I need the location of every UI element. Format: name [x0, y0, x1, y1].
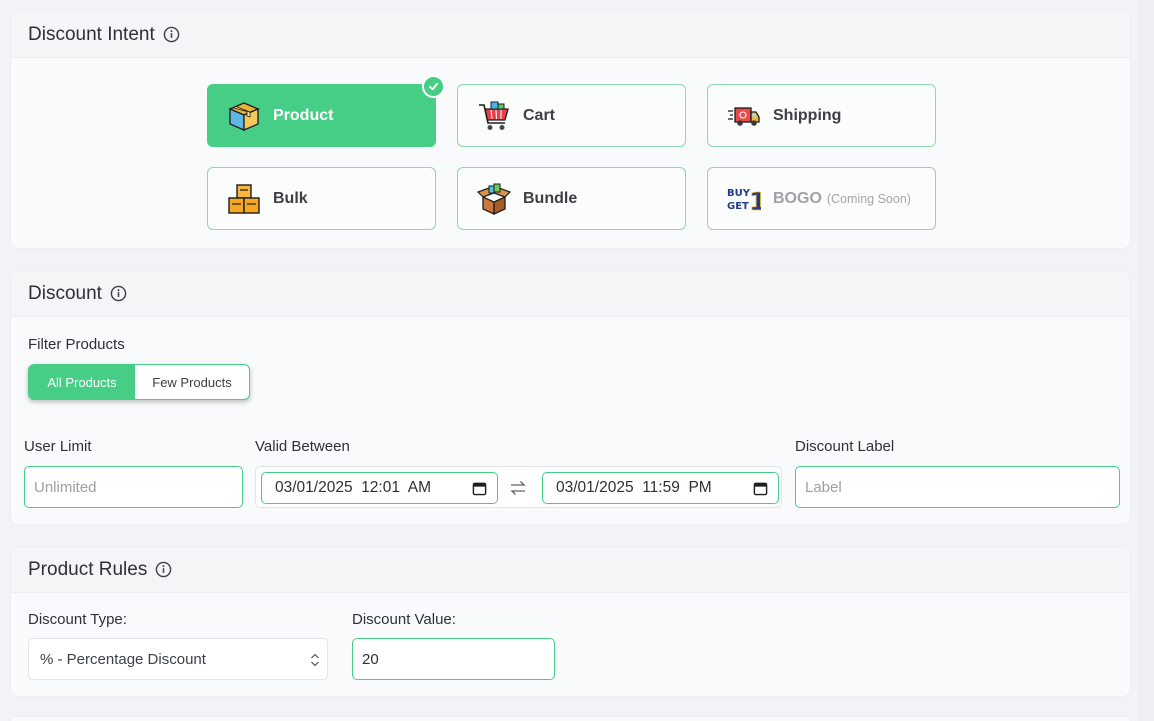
intent-option-product[interactable]: Product	[207, 75, 445, 147]
discount-intent-card: Discount Intent Product Cart Shipping Bu…	[10, 11, 1131, 249]
start-datetime-input[interactable]: 03/01/2025 12:01 AM	[261, 472, 498, 504]
shopping-cart-icon	[479, 101, 509, 130]
svg-text:1: 1	[749, 187, 761, 216]
buy-get-icon: BUY GET 1	[727, 186, 761, 216]
valid-between-label: Valid Between	[255, 438, 350, 455]
svg-text:BUY: BUY	[727, 188, 751, 199]
filter-few-products-button[interactable]: Few Products	[135, 365, 249, 399]
calendar-icon[interactable]	[753, 481, 768, 496]
intent-option-bogo[interactable]: BUY GET 1 BOGO (Coming Soon)	[707, 167, 936, 230]
product-rules-card: Product Rules Discount Type: % - Percent…	[10, 546, 1131, 697]
calendar-icon[interactable]	[472, 481, 487, 496]
intent-option-label: Shipping	[773, 106, 842, 124]
discount-header: Discount	[11, 271, 1130, 317]
info-icon[interactable]	[155, 561, 172, 578]
discount-value-input[interactable]	[352, 638, 555, 680]
discount-type-label: Discount Type:	[28, 611, 127, 628]
swap-arrows-icon	[510, 481, 526, 495]
discount-label-label: Discount Label	[795, 438, 895, 455]
svg-text:GET: GET	[727, 201, 749, 212]
user-limit-input[interactable]	[24, 466, 243, 508]
discount-value-label: Discount Value:	[352, 611, 456, 628]
intent-option-label: Bundle	[523, 189, 578, 207]
intent-option-label: Product	[273, 106, 334, 124]
start-datetime-value: 03/01/2025 12:01 AM	[275, 479, 431, 496]
intent-option-bundle[interactable]: Bundle	[457, 167, 686, 230]
discount-type-value: % - Percentage Discount	[40, 650, 206, 668]
info-icon[interactable]	[110, 285, 127, 302]
intent-option-cart[interactable]: Cart	[457, 84, 686, 147]
chevron-up-down-icon	[311, 653, 319, 667]
discount-title: Discount	[28, 282, 102, 304]
open-box-icon	[477, 183, 511, 215]
end-datetime-input[interactable]: 03/01/2025 11:59 PM	[542, 472, 779, 504]
filter-all-products-button[interactable]: All Products	[29, 365, 135, 399]
discount-intent-header: Discount Intent	[11, 12, 1130, 58]
intent-option-label: BOGO	[773, 189, 822, 207]
filter-products-label: Filter Products	[28, 336, 125, 353]
discount-card: Discount Filter Products All Products Fe…	[10, 270, 1131, 525]
end-datetime-value: 03/01/2025 11:59 PM	[556, 479, 712, 496]
filter-products-toggle: All Products Few Products	[28, 364, 250, 400]
intent-option-label: Cart	[523, 106, 556, 124]
next-card-edge	[10, 716, 1131, 721]
page-scroll-edge	[1138, 0, 1154, 721]
discount-intent-title: Discount Intent	[28, 23, 155, 45]
user-limit-label: User Limit	[24, 438, 92, 455]
info-icon[interactable]	[163, 26, 180, 43]
delivery-truck-icon	[728, 106, 760, 126]
product-rules-title: Product Rules	[28, 558, 148, 580]
product-rules-header: Product Rules	[11, 547, 1130, 593]
discount-type-select[interactable]: % - Percentage Discount	[28, 638, 328, 680]
coming-soon-note: (Coming Soon)	[826, 191, 911, 206]
intent-option-shipping[interactable]: Shipping	[707, 84, 936, 147]
product-box-icon	[228, 101, 260, 131]
intent-option-bulk[interactable]: Bulk	[207, 167, 436, 230]
intent-option-label: Bulk	[273, 189, 308, 207]
stacked-boxes-icon	[228, 183, 260, 214]
date-range-picker: 03/01/2025 12:01 AM 03/01/2025 11:59 PM	[255, 466, 782, 508]
discount-label-input[interactable]	[795, 466, 1120, 508]
selected-check-icon	[422, 75, 445, 98]
